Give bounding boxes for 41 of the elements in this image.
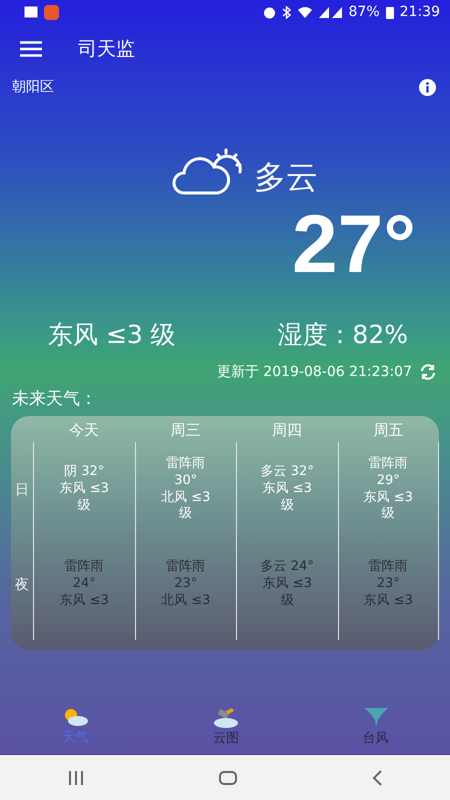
column-header: 周三 bbox=[169, 420, 202, 440]
condition-text: 多云 bbox=[254, 157, 318, 198]
clock: 21:39 bbox=[400, 4, 440, 20]
nav-tab[interactable]: 天气 bbox=[31, 704, 120, 748]
table-cell: 多云 24° 东风 ≤3 级 bbox=[260, 559, 314, 610]
bluetooth-icon bbox=[282, 6, 291, 18]
cloud-sun-icon bbox=[172, 147, 244, 197]
row-label: 夜 bbox=[14, 576, 30, 594]
battery-percent: 87% bbox=[348, 4, 380, 20]
info-icon[interactable] bbox=[419, 78, 436, 96]
forecast-label: 未来天气： bbox=[11, 388, 98, 410]
column-header: 周五 bbox=[372, 420, 404, 440]
table-cell: 阴 32° 东风 ≤3 级 bbox=[60, 464, 109, 515]
app-title: 司天监 bbox=[78, 37, 135, 62]
back-icon[interactable] bbox=[372, 770, 382, 786]
table-cell: 雷阵雨 23° 北风 ≤3 bbox=[161, 559, 210, 610]
column-header: 周四 bbox=[270, 420, 303, 440]
table-cell: 雷阵雨 24° 东风 ≤3 bbox=[60, 559, 109, 610]
satellite-cloud-icon bbox=[212, 706, 240, 728]
table-cell: 雷阵雨 29° 东风 ≤3 级 bbox=[364, 456, 413, 524]
nav-tab[interactable]: 台风 bbox=[332, 704, 419, 748]
refresh-icon[interactable] bbox=[420, 364, 436, 380]
row-label: 日 bbox=[14, 480, 30, 498]
recent-apps-icon[interactable] bbox=[68, 770, 84, 784]
battery-icon bbox=[386, 6, 394, 18]
menu-icon[interactable] bbox=[20, 41, 42, 57]
nav-tab[interactable]: 云图 bbox=[182, 704, 270, 748]
humidity-text: 湿度：82% bbox=[277, 319, 408, 351]
temperature: 27° bbox=[290, 204, 417, 286]
wind-text: 东风 ≤3 级 bbox=[48, 319, 176, 351]
table-cell: 雷阵雨 30° 北风 ≤3 级 bbox=[161, 456, 210, 524]
table-cell: 雷阵雨 23° 东风 ≤3 bbox=[364, 559, 413, 610]
tornado-icon bbox=[362, 706, 389, 728]
table-cell: 多云 32° 东风 ≤3 级 bbox=[260, 464, 314, 515]
home-icon[interactable] bbox=[218, 770, 237, 784]
app-check-icon bbox=[44, 4, 59, 20]
signal-icon bbox=[318, 6, 343, 18]
location-label: 朝阳区 bbox=[12, 78, 54, 96]
update-time: 更新于 2019-08-06 21:23:07 bbox=[216, 363, 412, 381]
column-header: 今天 bbox=[68, 420, 100, 440]
wifi-icon bbox=[296, 6, 313, 18]
